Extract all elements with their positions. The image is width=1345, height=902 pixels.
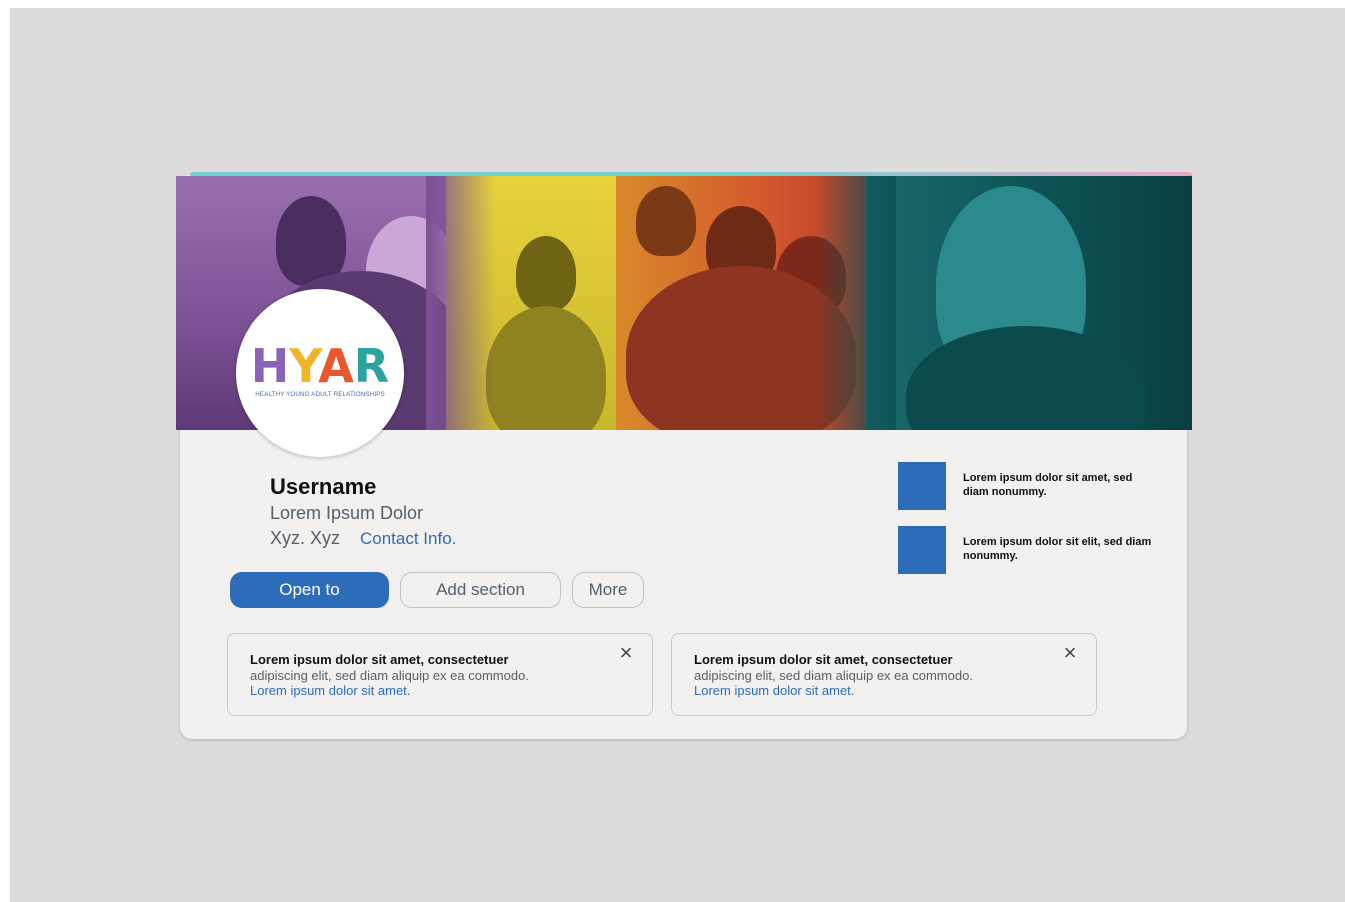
banner-blend bbox=[426, 176, 496, 430]
side-item[interactable]: Lorem ipsum dolor sit amet, sed diam non… bbox=[898, 462, 1158, 510]
close-icon[interactable]: × bbox=[616, 642, 636, 664]
side-item[interactable]: Lorem ipsum dolor sit elit, sed diam non… bbox=[898, 526, 1158, 574]
profile-headline: Lorem Ipsum Dolor bbox=[270, 503, 424, 523]
hyar-logo: HYAR bbox=[244, 341, 396, 391]
logo-letter-y: Y bbox=[289, 339, 319, 393]
logo-letter-a: A bbox=[318, 339, 354, 393]
notice-body: adipiscing elit, sed diam aliquip ex ea … bbox=[250, 668, 529, 683]
logo-letter-r: R bbox=[353, 339, 390, 393]
open-to-button[interactable]: Open to bbox=[230, 572, 389, 608]
side-item-thumbnail bbox=[898, 462, 946, 510]
banner-panel-teal bbox=[866, 176, 1192, 430]
username: Username bbox=[270, 474, 377, 499]
notice-body: adipiscing elit, sed diam aliquip ex ea … bbox=[694, 668, 973, 683]
close-icon[interactable]: × bbox=[1060, 642, 1080, 664]
side-item-thumbnail bbox=[898, 526, 946, 574]
notice-title: Lorem ipsum dolor sit amet, consectetuer bbox=[250, 652, 509, 667]
banner-blend bbox=[816, 176, 896, 430]
contact-info-link[interactable]: Contact Info. bbox=[360, 529, 456, 549]
logo-tagline: HEALTHY YOUNG ADULT RELATIONSHIPS bbox=[255, 391, 385, 398]
notice-card: Lorem ipsum dolor sit amet, consectetuer… bbox=[671, 633, 1097, 716]
banner-figure bbox=[636, 186, 696, 256]
banner-figure bbox=[486, 306, 606, 430]
notice-link[interactable]: Lorem ipsum dolor sit amet. bbox=[250, 683, 410, 698]
notice-link[interactable]: Lorem ipsum dolor sit amet. bbox=[694, 683, 854, 698]
notice-card: Lorem ipsum dolor sit amet, consectetuer… bbox=[227, 633, 653, 716]
avatar[interactable]: HYAR HEALTHY YOUNG ADULT RELATIONSHIPS bbox=[236, 289, 404, 457]
notice-title: Lorem ipsum dolor sit amet, consectetuer bbox=[694, 652, 953, 667]
banner-figure bbox=[516, 236, 576, 311]
add-section-button[interactable]: Add section bbox=[400, 572, 561, 608]
more-button[interactable]: More bbox=[572, 572, 644, 608]
side-item-text: Lorem ipsum dolor sit elit, sed diam non… bbox=[963, 536, 1152, 562]
profile-location: Xyz. Xyz bbox=[270, 528, 341, 548]
logo-letter-h: H bbox=[250, 339, 290, 393]
side-item-text: Lorem ipsum dolor sit amet, sed diam non… bbox=[963, 472, 1133, 498]
